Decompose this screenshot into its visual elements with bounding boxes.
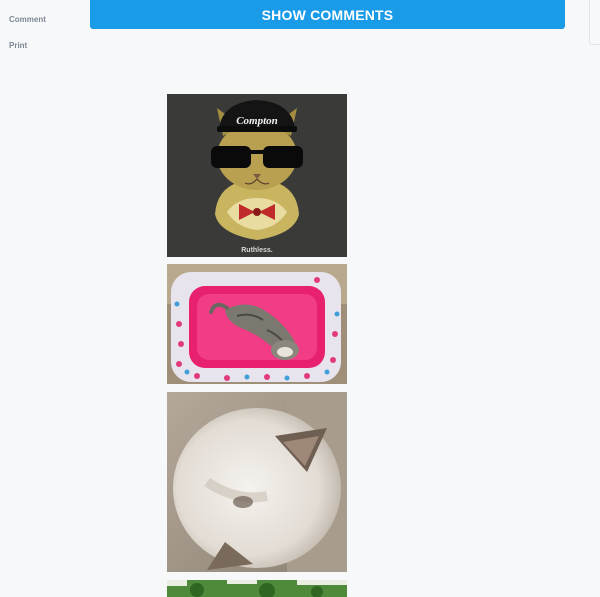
white-cat-photo xyxy=(167,392,347,572)
print-link[interactable]: Print xyxy=(9,41,27,50)
comment-link[interactable]: Comment xyxy=(9,15,46,24)
cap-lettering: Compton xyxy=(236,115,278,127)
cat-compton-illustration: Compton Ruthless. xyxy=(167,94,347,257)
shirt-lettering: Ruthless. xyxy=(241,247,273,254)
outdoor-trees-image[interactable] xyxy=(167,580,347,597)
cat-compton-image[interactable]: Compton Ruthless. xyxy=(167,94,347,257)
cats-pink-bed-image[interactable] xyxy=(167,264,347,384)
white-cat-closeup-image[interactable] xyxy=(167,392,347,572)
pink-bed-photo xyxy=(167,264,347,384)
show-comments-button[interactable]: SHOW COMMENTS xyxy=(90,0,565,29)
right-panel-edge xyxy=(589,0,600,45)
trees-photo xyxy=(167,580,347,597)
